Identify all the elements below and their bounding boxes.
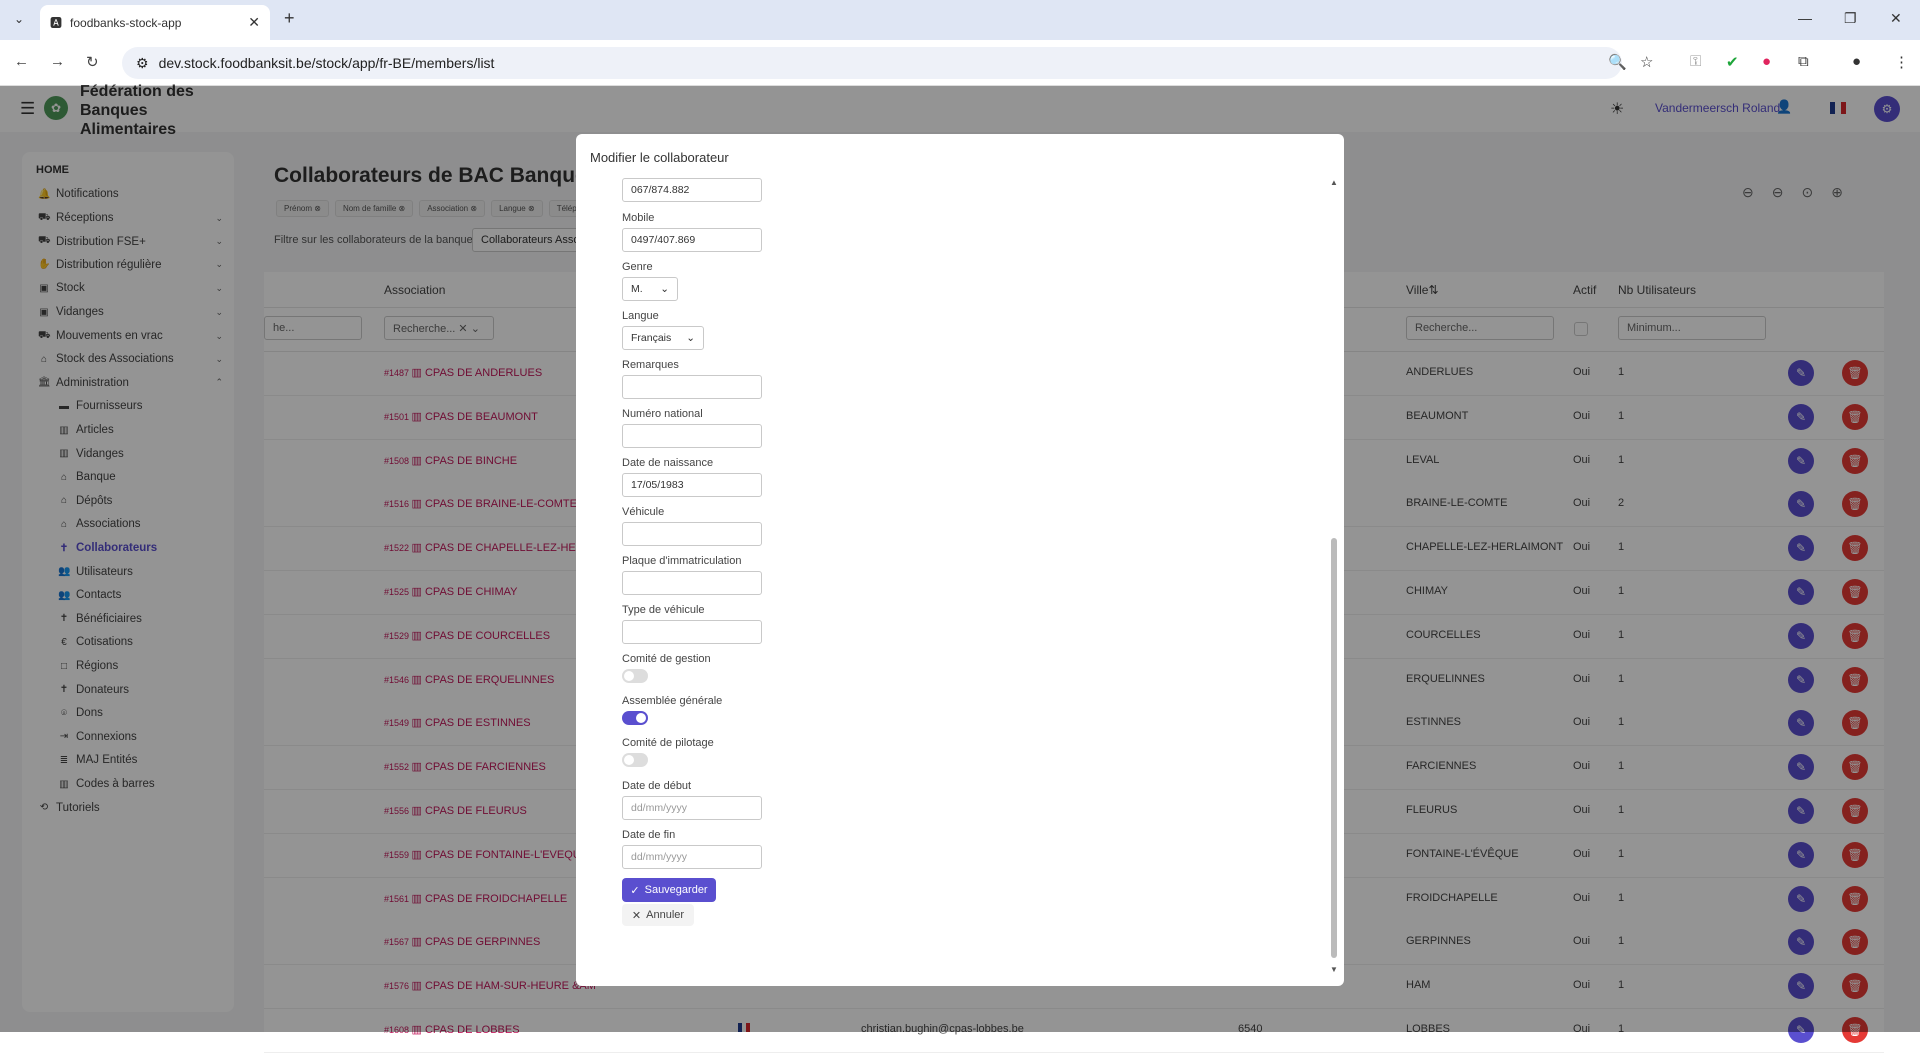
window-close-icon[interactable]: ✕ <box>1890 10 1902 27</box>
assemblee-field: Assemblée générale <box>622 695 722 725</box>
date-fin-label: Date de fin <box>622 829 676 841</box>
minimize-icon[interactable]: — <box>1798 10 1812 26</box>
date-fin-input[interactable]: dd/mm/yyyy <box>622 845 762 869</box>
numero-national-field: Numéro national <box>622 408 762 448</box>
menu-kebab-icon[interactable]: ⋮ <box>1894 53 1909 71</box>
comite-pilotage-label: Comité de pilotage <box>622 737 714 749</box>
assemblee-toggle[interactable] <box>622 711 648 725</box>
comite-gestion-field: Comité de gestion <box>622 653 711 683</box>
reload-icon[interactable]: ↻ <box>86 53 99 71</box>
mobile-field: Mobile 0497/407.869 <box>622 212 762 252</box>
comite-pilotage-field: Comité de pilotage <box>622 737 714 767</box>
close-tab-icon[interactable]: ✕ <box>248 14 260 31</box>
profile-avatar-icon[interactable]: ● <box>1852 53 1861 70</box>
type-vehicule-input[interactable] <box>622 620 762 644</box>
edit-member-modal: Modifier le collaborateur 067/874.882 Mo… <box>576 134 1344 986</box>
check-extension-icon[interactable]: ✔ <box>1726 53 1739 71</box>
naissance-field: Date de naissance 17/05/1983 <box>622 457 762 497</box>
scroll-up-icon[interactable]: ▲ <box>1330 178 1338 187</box>
new-tab-icon[interactable]: + <box>284 8 295 29</box>
chevron-down-icon: ⌄ <box>660 283 669 295</box>
remarques-label: Remarques <box>622 359 679 371</box>
vehicule-label: Véhicule <box>622 506 665 518</box>
back-icon[interactable]: ← <box>14 53 29 70</box>
phone-input[interactable]: 067/874.882 <box>622 178 762 202</box>
plaque-input[interactable] <box>622 571 762 595</box>
mobile-input[interactable]: 0497/407.869 <box>622 228 762 252</box>
url-bar[interactable]: ⚙ dev.stock.foodbanksit.be/stock/app/fr-… <box>122 47 1622 79</box>
angular-icon: 🅰 <box>50 16 63 30</box>
zoom-icon[interactable]: 🔍 <box>1608 53 1627 71</box>
plaque-field: Plaque d'immatriculation <box>622 555 762 595</box>
numero-national-label: Numéro national <box>622 408 703 420</box>
date-debut-label: Date de début <box>622 780 692 792</box>
langue-label: Langue <box>622 310 659 322</box>
modal-scrollbar[interactable]: ▲ ▼ <box>1330 178 1338 974</box>
naissance-label: Date de naissance <box>622 457 714 469</box>
record-extension-icon[interactable]: ● <box>1762 53 1771 70</box>
forward-icon[interactable]: → <box>50 53 65 70</box>
naissance-input[interactable]: 17/05/1983 <box>622 473 762 497</box>
langue-field: Langue Français ⌄ <box>622 310 704 350</box>
modal-title: Modifier le collaborateur <box>590 150 729 165</box>
comite-gestion-label: Comité de gestion <box>622 653 711 665</box>
close-icon: ✕ <box>631 909 642 922</box>
plaque-label: Plaque d'immatriculation <box>622 555 742 567</box>
date-fin-field: Date de fin dd/mm/yyyy <box>622 829 762 869</box>
genre-label: Genre <box>622 261 653 273</box>
comite-gestion-toggle[interactable] <box>622 669 648 683</box>
extension-icon[interactable]: ⚿ <box>1690 53 1701 70</box>
comite-pilotage-toggle[interactable] <box>622 753 648 767</box>
cancel-button[interactable]: ✕ Annuler <box>622 904 694 926</box>
vehicule-field: Véhicule <box>622 506 762 546</box>
mobile-label: Mobile <box>622 212 655 224</box>
genre-select[interactable]: M. ⌄ <box>622 277 678 301</box>
phone-field: 067/874.882 <box>622 178 762 202</box>
vehicule-input[interactable] <box>622 522 762 546</box>
numero-national-input[interactable] <box>622 424 762 448</box>
date-debut-field: Date de début dd/mm/yyyy <box>622 780 762 820</box>
bookmark-star-icon[interactable]: ☆ <box>1640 53 1653 71</box>
restore-icon[interactable]: ❐ <box>1844 10 1857 27</box>
url-text: dev.stock.foodbanksit.be/stock/app/fr-BE… <box>158 55 495 71</box>
remarques-input[interactable] <box>622 375 762 399</box>
assemblee-label: Assemblée générale <box>622 695 723 707</box>
type-vehicule-field: Type de véhicule <box>622 604 762 644</box>
scroll-down-icon[interactable]: ▼ <box>1330 965 1338 974</box>
chevron-down-icon: ⌄ <box>686 332 695 344</box>
tab-search-icon[interactable]: ⌄ <box>14 12 24 26</box>
date-debut-input[interactable]: dd/mm/yyyy <box>622 796 762 820</box>
tab-title: foodbanks-stock-app <box>70 15 182 30</box>
type-vehicule-label: Type de véhicule <box>622 604 705 616</box>
langue-select[interactable]: Français ⌄ <box>622 326 704 350</box>
address-bar-row: ← → ↻ ⚙ dev.stock.foodbanksit.be/stock/a… <box>0 40 1920 86</box>
extensions-puzzle-icon[interactable]: ⧉ <box>1798 53 1809 70</box>
browser-tab[interactable]: 🅰 foodbanks-stock-app ✕ <box>40 5 270 40</box>
remarques-field: Remarques <box>622 359 762 399</box>
genre-field: Genre M. ⌄ <box>622 261 678 301</box>
scroll-thumb[interactable] <box>1331 538 1337 958</box>
site-info-icon[interactable]: ⚙ <box>136 55 149 72</box>
browser-tab-strip: ⌄ 🅰 foodbanks-stock-app ✕ + — ❐ ✕ <box>0 0 1920 40</box>
save-button[interactable]: ✓ Sauvegarder <box>622 878 716 902</box>
check-icon: ✓ <box>630 884 640 897</box>
